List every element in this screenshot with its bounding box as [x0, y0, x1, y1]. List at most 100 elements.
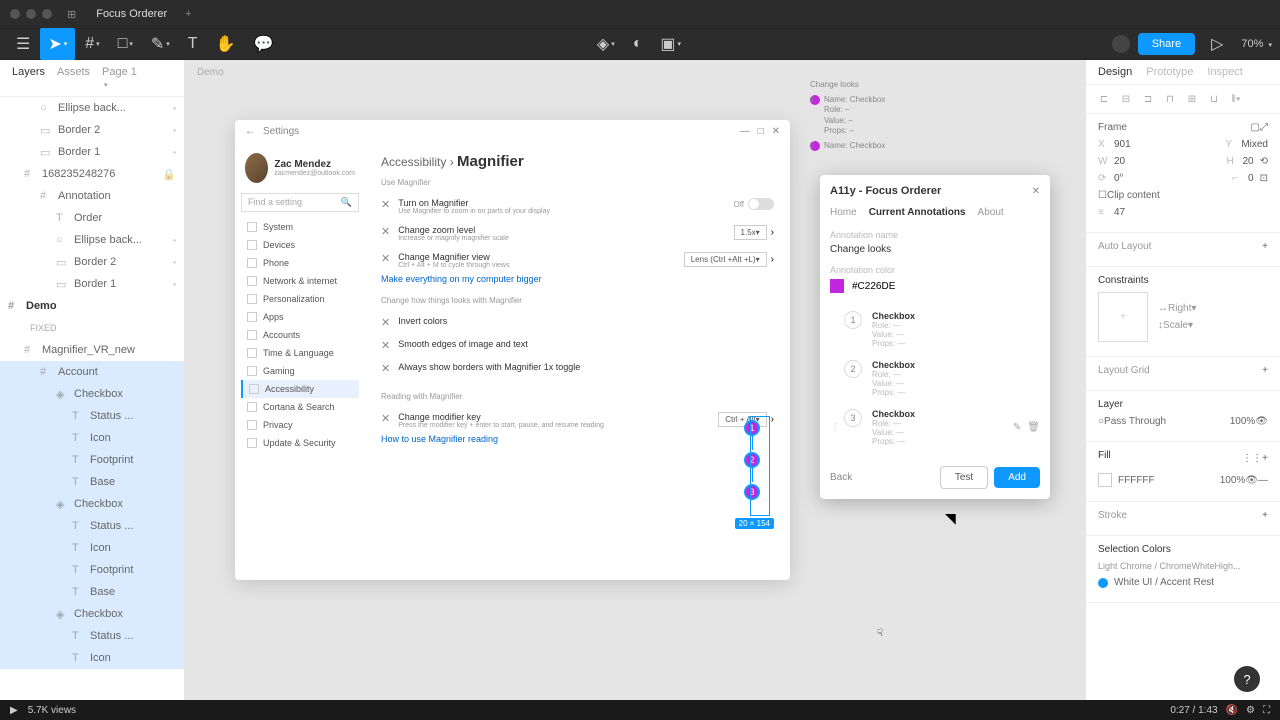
maximize-icon[interactable]: □ [758, 126, 764, 137]
annotation-item[interactable]: ⋮1CheckboxRole: —Value: —Props: — [830, 305, 1040, 354]
clip-checkbox[interactable]: ☐ [1098, 190, 1107, 201]
back-button[interactable]: Back [830, 472, 852, 483]
frame-tool[interactable]: #▾ [77, 29, 107, 59]
layer-item[interactable]: TIcon [0, 427, 184, 449]
video-controls[interactable]: ▶ 5.7K views 0:27 / 1:43 🔇 ⚙ ⛶ [0, 700, 1280, 720]
align-left-icon[interactable]: ⊏ [1096, 91, 1112, 107]
test-button[interactable]: Test [940, 466, 988, 489]
present-button[interactable]: ▷ [1203, 28, 1231, 60]
color-dot[interactable] [1098, 578, 1108, 588]
tab-design[interactable]: Design [1098, 66, 1132, 78]
layer-item[interactable]: TBase [0, 581, 184, 603]
zoom-dropdown[interactable]: 1.5x ▾ [734, 225, 767, 240]
tab-about[interactable]: About [978, 207, 1004, 218]
layer-item[interactable]: ◈Checkbox [0, 383, 184, 405]
layer-item[interactable]: TStatus ... [0, 405, 184, 427]
nav-item[interactable]: Privacy [241, 416, 359, 434]
layer-item[interactable]: TIcon [0, 647, 184, 669]
layer-item[interactable]: TBase [0, 471, 184, 493]
align-right-icon[interactable]: ⊐ [1140, 91, 1156, 107]
fill-swatch[interactable] [1098, 473, 1112, 487]
mask-tool[interactable]: ◐ [625, 28, 651, 60]
layer-item[interactable]: TIcon [0, 537, 184, 559]
tab-current[interactable]: Current Annotations [869, 207, 966, 218]
visibility-icon[interactable]: 👁 [1245, 475, 1258, 486]
new-tab-button[interactable]: + [185, 8, 191, 20]
move-tool[interactable]: ➤▾ [40, 28, 75, 60]
assets-tab[interactable]: Assets [57, 66, 90, 90]
nav-item[interactable]: Network & internet [241, 272, 359, 290]
distribute-icon[interactable]: ⦀▾ [1228, 91, 1244, 107]
user-avatar[interactable] [1112, 35, 1130, 53]
tab-home[interactable]: Home [830, 207, 857, 218]
fullscreen-icon[interactable]: ⛶ [1263, 705, 1270, 716]
file-tab[interactable]: Focus Orderer [86, 4, 177, 24]
delete-icon[interactable]: 🗑 [1027, 422, 1040, 433]
comment-tool[interactable]: 💬 [246, 28, 282, 60]
pen-tool[interactable]: ✎▾ [143, 28, 178, 60]
frame-preset-icon[interactable]: ▢ [1251, 122, 1260, 133]
add-icon[interactable]: + [1262, 241, 1268, 252]
share-button[interactable]: Share [1138, 33, 1195, 55]
nav-item[interactable]: Apps [241, 308, 359, 326]
page-selector[interactable]: Page 1 ▾ [102, 66, 160, 90]
layer-item[interactable]: ▭Border 2• [0, 251, 184, 273]
nav-item[interactable]: Personalization [241, 290, 359, 308]
shape-tool[interactable]: □▾ [110, 29, 141, 59]
settings-icon[interactable]: ⚙ [1246, 705, 1255, 716]
tab-prototype[interactable]: Prototype [1146, 66, 1193, 78]
boolean-tool[interactable]: ▣▾ [652, 28, 689, 60]
add-icon[interactable]: + [1262, 365, 1268, 376]
nav-item[interactable]: Time & Language [241, 344, 359, 362]
visibility-icon[interactable]: 👁 [1255, 416, 1268, 427]
resize-icon[interactable]: ⤢ [1260, 122, 1268, 133]
constraint-control[interactable] [1098, 292, 1148, 342]
minimize-icon[interactable]: — [740, 126, 750, 137]
home-icon[interactable]: ⊞ [67, 8, 76, 21]
tab-inspect[interactable]: Inspect [1207, 66, 1242, 78]
layer-item[interactable]: #Account [0, 361, 184, 383]
color-swatch[interactable] [830, 279, 844, 293]
profile[interactable]: Zac Mendez zacmendez@outlook.com [241, 149, 359, 187]
toggle[interactable] [748, 198, 774, 210]
nav-item[interactable]: Accounts [241, 326, 359, 344]
volume-icon[interactable]: 🔇 [1226, 705, 1238, 716]
styles-icon[interactable]: ⋮⋮ [1242, 453, 1262, 464]
add-icon[interactable]: + [1262, 453, 1268, 464]
align-top-icon[interactable]: ⊓ [1162, 91, 1178, 107]
layer-item[interactable]: #Annotation [0, 185, 184, 207]
layer-item[interactable]: ◈Checkbox [0, 603, 184, 625]
corner-icon[interactable]: ⊡ [1260, 173, 1268, 184]
layer-item[interactable]: ○Ellipse back...• [0, 229, 184, 251]
layer-item[interactable]: TOrder [0, 207, 184, 229]
layer-item[interactable]: ○Ellipse back...• [0, 97, 184, 119]
annotation-item[interactable]: ⋮3CheckboxRole: —Value: —Props: —✎🗑 [830, 403, 1040, 452]
back-icon[interactable]: ← [245, 126, 255, 137]
help-button[interactable]: ? [1234, 666, 1260, 692]
layer-item[interactable]: #168235248276🔒 [0, 163, 184, 185]
nav-item[interactable]: System [241, 218, 359, 236]
layer-item[interactable]: #Demo [0, 295, 184, 317]
menu-button[interactable]: ☰ [8, 28, 38, 60]
nav-item[interactable]: Accessibility [241, 380, 359, 398]
layer-item[interactable]: TStatus ... [0, 515, 184, 537]
component-tool[interactable]: ◈▾ [589, 28, 623, 60]
edit-icon[interactable]: ✎ [1013, 422, 1021, 433]
layer-item[interactable]: ▭Border 1• [0, 141, 184, 163]
play-icon[interactable]: ▶ [10, 705, 18, 716]
layer-item[interactable]: #Magnifier_VR_new [0, 339, 184, 361]
canvas[interactable]: Demo ← Settings — □ ✕ Zac Mendez za [185, 60, 1085, 700]
link[interactable]: How to use Magnifier reading [381, 434, 774, 444]
frame-label[interactable]: Demo [197, 67, 224, 78]
link[interactable]: Make everything on my computer bigger [381, 274, 774, 284]
close-icon[interactable]: ✕ [772, 126, 780, 137]
close-icon[interactable]: ✕ [1032, 186, 1040, 197]
annotation-item[interactable]: ⋮2CheckboxRole: —Value: —Props: — [830, 354, 1040, 403]
search-input[interactable]: Find a setting🔍 [241, 193, 359, 212]
layer-item[interactable]: ◈Checkbox [0, 493, 184, 515]
layer-item[interactable]: TStatus ... [0, 625, 184, 647]
nav-item[interactable]: Devices [241, 236, 359, 254]
nav-item[interactable]: Update & Security [241, 434, 359, 452]
layer-item[interactable]: ▭Border 2• [0, 119, 184, 141]
nav-item[interactable]: Gaming [241, 362, 359, 380]
